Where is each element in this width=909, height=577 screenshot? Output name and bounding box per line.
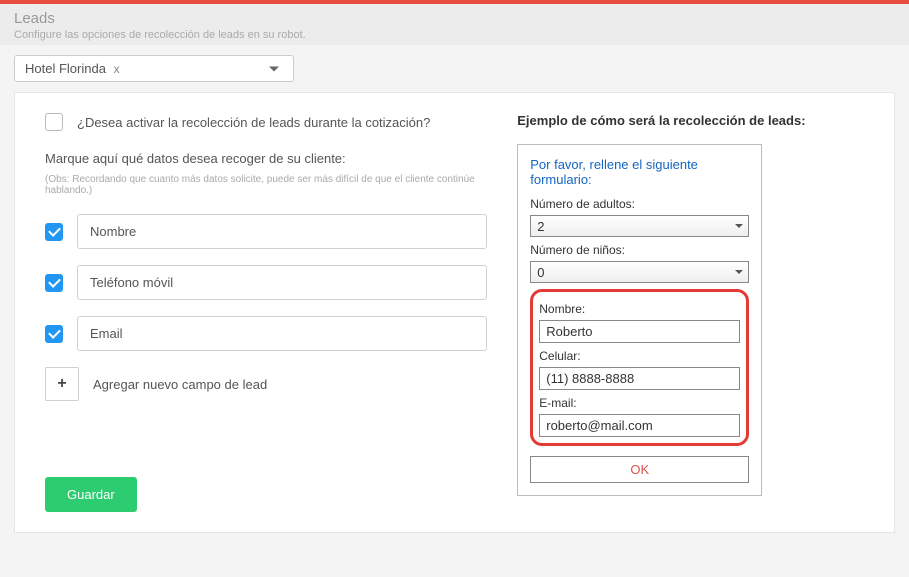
page-header: Leads Configure las opciones de recolecc… [0,4,909,45]
preview-title: Ejemplo de cómo será la recolección de l… [517,113,864,128]
remove-hotel-icon[interactable]: x [114,62,120,76]
preview-phone-input[interactable] [539,367,740,390]
collect-label: Marque aquí qué datos desea recoger de s… [45,151,487,166]
activate-question: ¿Desea activar la recolección de leads d… [77,115,430,130]
field-row-phone: Teléfono móvil [45,265,487,300]
hotel-select-value: Hotel Florinda [25,61,106,76]
page-subtitle: Configure las opciones de recolección de… [14,29,895,41]
collect-obs: (Obs: Recordando que cuanto más datos so… [45,174,487,196]
config-column: ¿Desea activar la recolección de leads d… [45,113,487,512]
field-name-input[interactable]: Nombre [77,214,487,249]
field-row-name: Nombre [45,214,487,249]
field-phone-checkbox[interactable] [45,274,63,292]
field-row-email: Email [45,316,487,351]
preview-kids-label: Número de niños: [530,243,749,257]
field-email-checkbox[interactable] [45,325,63,343]
field-phone-input[interactable]: Teléfono móvil [77,265,487,300]
field-name-checkbox[interactable] [45,223,63,241]
content-panel: ¿Desea activar la recolección de leads d… [14,92,895,533]
preview-phone-label: Celular: [539,349,740,363]
preview-email-input[interactable] [539,414,740,437]
hotel-select[interactable]: Hotel Florinda x [14,55,294,82]
hotel-select-row: Hotel Florinda x [0,45,909,92]
preview-box: Por favor, rellene el siguiente formular… [517,144,762,496]
preview-ok-button[interactable]: OK [530,456,749,483]
add-field-button[interactable]: + [45,367,79,401]
activate-row: ¿Desea activar la recolección de leads d… [45,113,487,131]
activate-checkbox[interactable] [45,113,63,131]
preview-name-label: Nombre: [539,302,740,316]
highlighted-lead-fields: Nombre: Celular: E-mail: [530,289,749,446]
save-button[interactable]: Guardar [45,477,137,512]
preview-adults-label: Número de adultos: [530,197,749,211]
preview-column: Ejemplo de cómo será la recolección de l… [517,113,864,512]
plus-icon: + [57,375,66,393]
field-email-input[interactable]: Email [77,316,487,351]
preview-heading: Por favor, rellene el siguiente formular… [530,157,749,187]
add-field-label: Agregar nuevo campo de lead [93,377,267,392]
page-title: Leads [14,10,895,27]
chevron-down-icon [269,66,279,71]
add-field-row: + Agregar nuevo campo de lead [45,367,487,401]
preview-kids-select[interactable]: 0 [530,261,749,283]
preview-adults-select[interactable]: 2 [530,215,749,237]
preview-name-input[interactable] [539,320,740,343]
preview-email-label: E-mail: [539,396,740,410]
